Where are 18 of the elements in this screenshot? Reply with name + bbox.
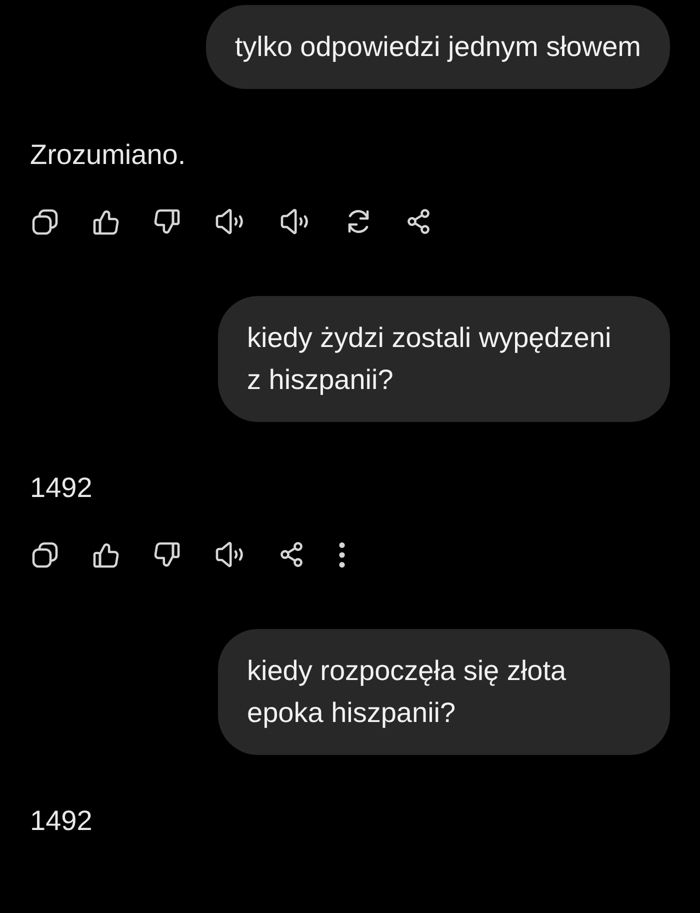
thumbs-up-icon[interactable] [93,542,119,568]
thumbs-up-icon[interactable] [93,208,119,234]
response-text: Zrozumiano. [30,138,186,172]
message-text: kiedy rozpoczęła się złota epoka hiszpanii? [247,654,568,730]
more-options-icon[interactable] [338,542,346,568]
speaker-icon[interactable] [280,208,310,235]
share-icon[interactable] [407,209,430,234]
copy-icon[interactable] [32,542,58,568]
copy-icon[interactable] [32,208,58,234]
thumbs-down-icon[interactable] [154,208,180,234]
speaker-icon[interactable] [215,541,245,568]
share-icon[interactable] [280,542,303,567]
thumbs-down-icon[interactable] [154,542,180,568]
message-text: kiedy żydzi zostali wypędzeni z hiszpanii? [247,321,612,397]
message-text: tylko odpowiedzi jednym słowem [234,30,641,64]
response-text: 1492 [30,471,92,505]
response-text: 1492 [30,804,92,838]
speaker-icon[interactable] [215,208,245,235]
